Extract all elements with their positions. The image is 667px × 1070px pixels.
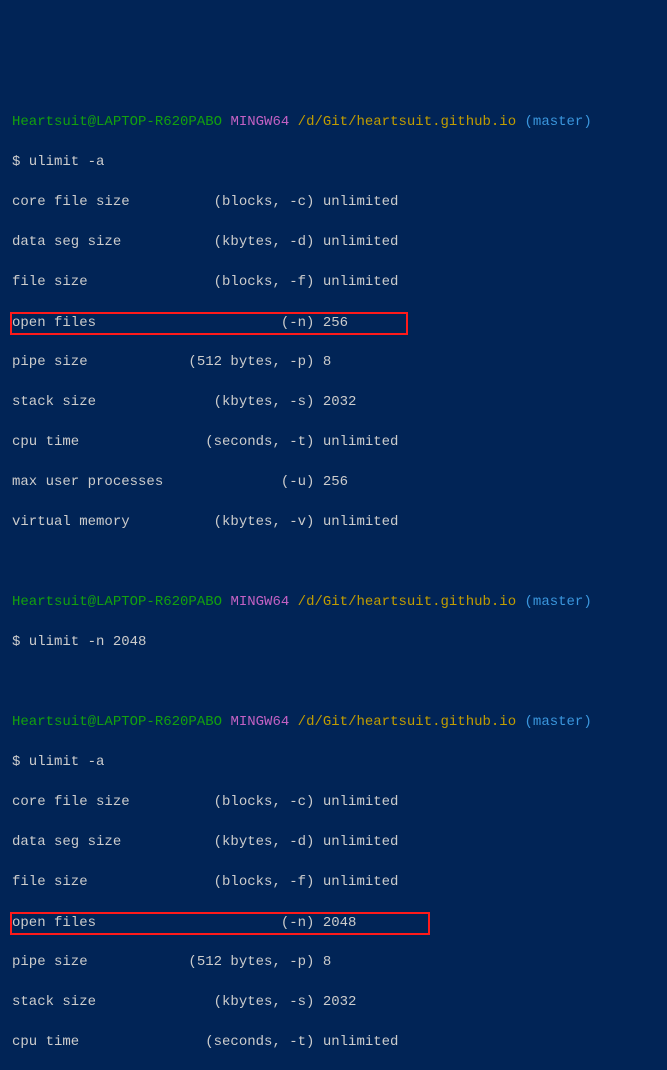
out-cpu: cpu time (seconds, -t) unlimited bbox=[12, 432, 655, 452]
command: $ ulimit -n 2048 bbox=[12, 632, 655, 652]
branch: (master) bbox=[525, 594, 592, 610]
prompt-line: Heartsuit@LAPTOP-R620PABO MINGW64 /d/Git… bbox=[12, 112, 655, 132]
path: /d/Git/heartsuit.github.io bbox=[298, 714, 516, 730]
out-file: file size (blocks, -f) unlimited bbox=[12, 272, 655, 292]
command: $ ulimit -a bbox=[12, 752, 655, 772]
env: MINGW64 bbox=[230, 594, 289, 610]
path: /d/Git/heartsuit.github.io bbox=[298, 594, 516, 610]
highlight-open-files-after: open files (-n) 2048 bbox=[10, 912, 430, 935]
branch: (master) bbox=[525, 114, 592, 130]
out-stack: stack size (kbytes, -s) 2032 bbox=[12, 992, 655, 1012]
out-stack: stack size (kbytes, -s) 2032 bbox=[12, 392, 655, 412]
branch: (master) bbox=[525, 714, 592, 730]
out-cpu: cpu time (seconds, -t) unlimited bbox=[12, 1032, 655, 1052]
terminal-output: Heartsuit@LAPTOP-R620PABO MINGW64 /d/Git… bbox=[12, 92, 655, 1070]
highlight-open-files-before: open files (-n) 256 bbox=[10, 312, 408, 335]
out-file: file size (blocks, -f) unlimited bbox=[12, 872, 655, 892]
env: MINGW64 bbox=[230, 714, 289, 730]
prompt-line: Heartsuit@LAPTOP-R620PABO MINGW64 /d/Git… bbox=[12, 592, 655, 612]
user-host: Heartsuit@LAPTOP-R620PABO bbox=[12, 594, 222, 610]
command: $ ulimit -a bbox=[12, 152, 655, 172]
out-vmem: virtual memory (kbytes, -v) unlimited bbox=[12, 512, 655, 532]
out-data: data seg size (kbytes, -d) unlimited bbox=[12, 232, 655, 252]
prompt-line: Heartsuit@LAPTOP-R620PABO MINGW64 /d/Git… bbox=[12, 712, 655, 732]
blank-line bbox=[12, 552, 655, 572]
out-pipe: pipe size (512 bytes, -p) 8 bbox=[12, 952, 655, 972]
env: MINGW64 bbox=[230, 114, 289, 130]
path: /d/Git/heartsuit.github.io bbox=[298, 114, 516, 130]
user-host: Heartsuit@LAPTOP-R620PABO bbox=[12, 114, 222, 130]
out-core: core file size (blocks, -c) unlimited bbox=[12, 192, 655, 212]
blank-line bbox=[12, 672, 655, 692]
user-host: Heartsuit@LAPTOP-R620PABO bbox=[12, 714, 222, 730]
out-pipe: pipe size (512 bytes, -p) 8 bbox=[12, 352, 655, 372]
out-core: core file size (blocks, -c) unlimited bbox=[12, 792, 655, 812]
out-data: data seg size (kbytes, -d) unlimited bbox=[12, 832, 655, 852]
out-uproc: max user processes (-u) 256 bbox=[12, 472, 655, 492]
